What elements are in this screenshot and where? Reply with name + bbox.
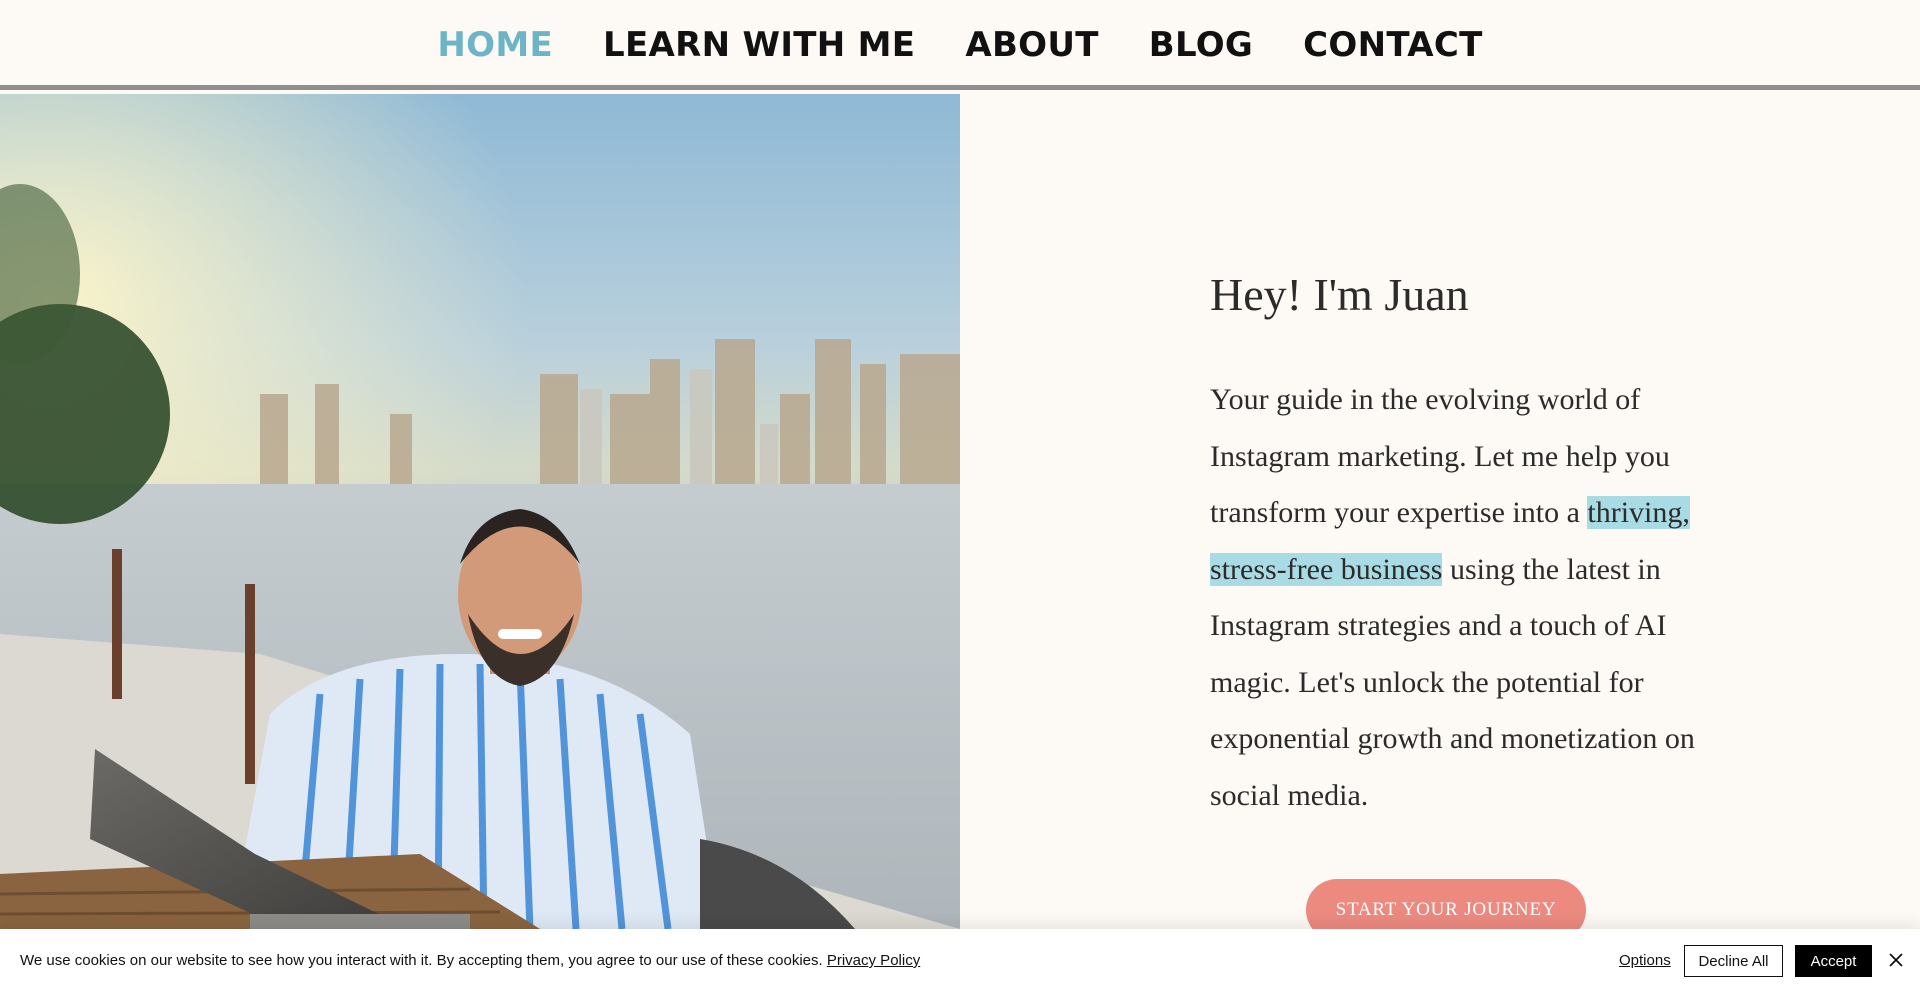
accept-button[interactable]: Accept — [1795, 945, 1872, 977]
hero-photo — [0, 94, 960, 929]
close-icon-glyph — [1889, 953, 1903, 967]
cookie-message: We use cookies on our website to see how… — [20, 952, 920, 969]
main-nav: HOME LEARN WITH ME ABOUT BLOG CONTACT — [0, 0, 1920, 90]
nav-contact[interactable]: CONTACT — [1303, 25, 1482, 65]
hero-description: Your guide in the evolving world of Inst… — [1210, 372, 1710, 824]
cookie-banner: We use cookies on our website to see how… — [0, 929, 1920, 993]
cookie-options-link[interactable]: Options — [1619, 952, 1671, 969]
nav-about[interactable]: ABOUT — [965, 25, 1098, 65]
hero-title: Hey! I'm Juan — [1210, 269, 1469, 320]
nav-blog[interactable]: BLOG — [1149, 25, 1253, 65]
nav-home[interactable]: HOME — [437, 25, 553, 65]
cookie-message-text: We use cookies on our website to see how… — [20, 952, 823, 969]
hero-photo-illustration — [0, 94, 960, 929]
close-icon[interactable] — [1884, 948, 1908, 972]
privacy-policy-link[interactable]: Privacy Policy — [827, 952, 920, 969]
hero-text-part-2: using the latest in Instagram strategies… — [1210, 552, 1695, 812]
decline-all-button[interactable]: Decline All — [1684, 945, 1783, 977]
site-header: HOME LEARN WITH ME ABOUT BLOG CONTACT — [0, 0, 1920, 90]
nav-learn-with-me[interactable]: LEARN WITH ME — [603, 25, 915, 65]
